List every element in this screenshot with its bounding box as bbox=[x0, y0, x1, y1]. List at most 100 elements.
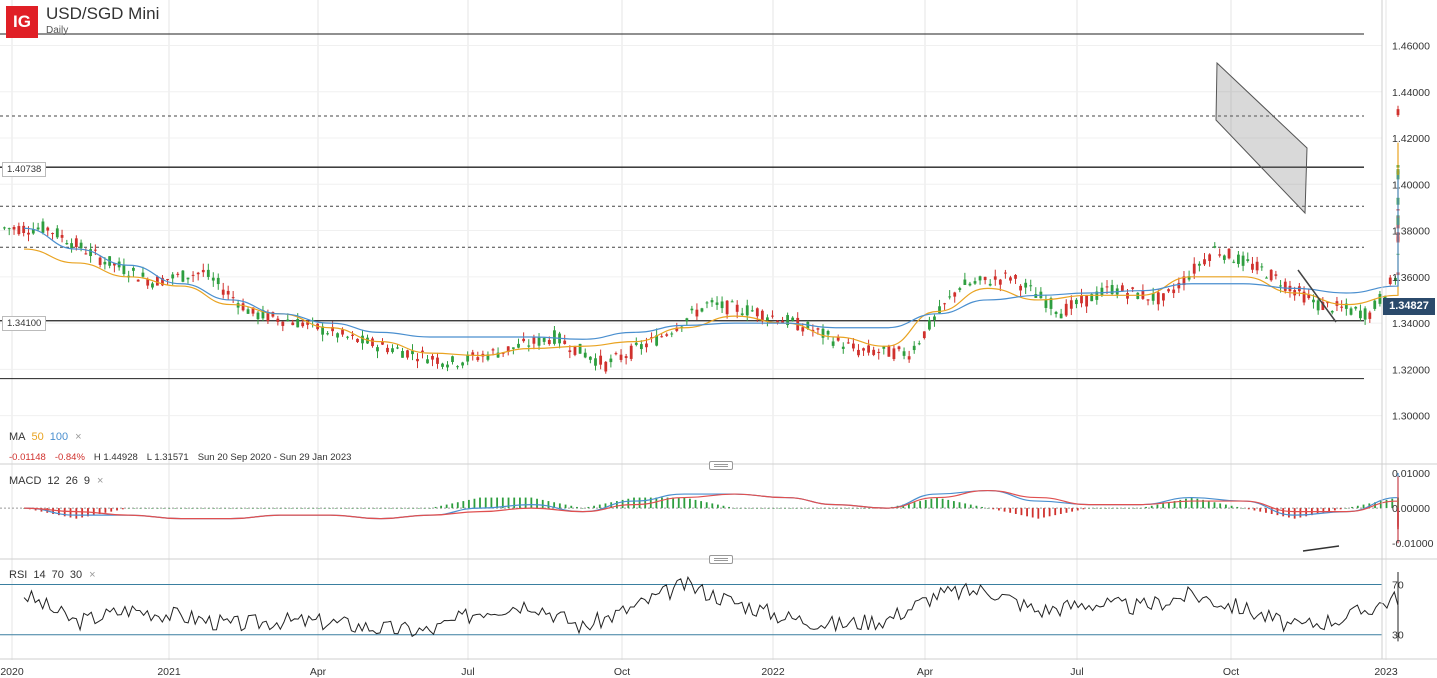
candle-down bbox=[176, 273, 180, 275]
macd-histogram-bar bbox=[213, 508, 216, 509]
macd-histogram-bar bbox=[434, 506, 437, 509]
macd-histogram-bar bbox=[812, 508, 815, 509]
stat-change: -0.01148 bbox=[9, 452, 46, 463]
macd-histogram-bar bbox=[924, 499, 927, 509]
macd-histogram-bar bbox=[127, 508, 130, 509]
candle-up bbox=[55, 228, 59, 238]
panel-resize-handle-1[interactable] bbox=[709, 461, 733, 470]
candle-up bbox=[578, 343, 582, 354]
macd-histogram-bar bbox=[694, 499, 697, 509]
candle-up bbox=[740, 313, 744, 316]
candle-up bbox=[542, 337, 546, 342]
macd-histogram-bar bbox=[423, 508, 426, 509]
level-tag-lower[interactable]: 1.34100 bbox=[2, 316, 47, 331]
macd-histogram-bar bbox=[644, 497, 647, 509]
macd-histogram-bar bbox=[1082, 508, 1085, 510]
candle-up bbox=[1373, 300, 1377, 309]
candle-down bbox=[351, 334, 354, 336]
macd-histogram-bar bbox=[467, 499, 470, 509]
price-tick-label: 1.44000 bbox=[1392, 87, 1430, 99]
candle-down bbox=[629, 345, 633, 359]
ma-indicator-label[interactable]: MA 50 100 × bbox=[9, 431, 82, 443]
macd-histogram-bar bbox=[104, 508, 107, 513]
candle-down bbox=[231, 297, 235, 299]
macd-histogram-bar bbox=[593, 505, 595, 509]
candle-down bbox=[1172, 289, 1176, 294]
time-tick-label: Oct bbox=[614, 666, 630, 678]
macd-histogram-bar bbox=[1145, 506, 1147, 509]
candle-down bbox=[281, 321, 285, 326]
macd-close-icon[interactable]: × bbox=[97, 475, 103, 487]
candle-down bbox=[1064, 303, 1068, 316]
candle-up bbox=[1232, 261, 1236, 263]
panel-resize-handle-2[interactable] bbox=[709, 555, 733, 564]
candle-up bbox=[1029, 285, 1033, 287]
candle-up bbox=[186, 277, 190, 280]
candle-up bbox=[537, 337, 541, 346]
candle-up bbox=[517, 343, 520, 348]
macd-histogram-bar bbox=[834, 508, 837, 509]
time-tick-label: 2021 bbox=[157, 666, 181, 678]
rsi-indicator-label[interactable]: RSI 14 70 30 × bbox=[9, 569, 96, 581]
candle-down bbox=[46, 227, 50, 231]
time-tick-label: Apr bbox=[310, 666, 327, 678]
candle-up bbox=[1024, 282, 1028, 288]
candle-down bbox=[532, 337, 536, 344]
macd-histogram-bar bbox=[445, 504, 448, 509]
macd-histogram-bar bbox=[1003, 508, 1006, 512]
macd-histogram-bar bbox=[496, 497, 499, 509]
macd-histogram-bar bbox=[936, 497, 938, 509]
macd-histogram-bar bbox=[986, 508, 989, 509]
macd-histogram-bar bbox=[151, 508, 153, 509]
candle-up bbox=[426, 359, 429, 364]
candle-up bbox=[456, 366, 459, 368]
candle-down bbox=[604, 361, 608, 372]
macd-histogram-bar bbox=[941, 498, 944, 509]
candle-down bbox=[862, 348, 865, 351]
price-tick-label: 1.30000 bbox=[1392, 411, 1430, 423]
candle-up bbox=[639, 344, 643, 350]
macd-histogram-bar bbox=[1026, 508, 1028, 517]
price-stats: -0.01148 -0.84% H 1.44928 L 1.31571 Sun 20 S… bbox=[9, 452, 360, 463]
ma-close-icon[interactable]: × bbox=[75, 431, 81, 443]
candle-down bbox=[660, 336, 664, 338]
macd-histogram-bar bbox=[318, 508, 320, 509]
candle-up bbox=[296, 318, 300, 328]
macd-indicator-label[interactable]: MACD 12 26 9 × bbox=[9, 475, 103, 487]
candle-up bbox=[401, 351, 404, 358]
macd-histogram-bar bbox=[1037, 508, 1040, 519]
macd-histogram-bar bbox=[1224, 504, 1227, 509]
candle-down bbox=[155, 276, 159, 286]
level-tag-upper[interactable]: 1.40738 bbox=[2, 162, 47, 177]
rsi-close-icon[interactable]: × bbox=[89, 569, 95, 581]
candle-down bbox=[191, 274, 195, 276]
candle-up bbox=[1354, 306, 1358, 309]
candle-down bbox=[801, 327, 805, 332]
candle-up bbox=[1237, 254, 1240, 264]
macd-label: MACD bbox=[9, 475, 42, 487]
macd-histogram-bar bbox=[1185, 498, 1187, 509]
candle-up bbox=[132, 267, 135, 271]
macd-histogram-bar bbox=[456, 502, 459, 509]
candle-down bbox=[998, 279, 1002, 285]
candle-up bbox=[1378, 293, 1382, 304]
candle-down bbox=[1203, 259, 1206, 265]
price-tick-label: 1.42000 bbox=[1392, 133, 1430, 145]
rsi-param-period: 14 bbox=[33, 569, 46, 581]
candle-up bbox=[745, 305, 749, 316]
macd-histogram-bar bbox=[952, 501, 955, 509]
macd-histogram-bar bbox=[462, 501, 465, 509]
candle-up bbox=[912, 345, 916, 351]
candle-up bbox=[1246, 259, 1250, 261]
candle-up bbox=[326, 333, 329, 335]
candle-up bbox=[963, 279, 967, 285]
price-chart[interactable]: 1.30000 1.32000 1.34000 1.36000 1.38000 1.400… bbox=[0, 0, 1437, 678]
macd-histogram-bar bbox=[412, 508, 415, 509]
macd-histogram-bar bbox=[739, 508, 742, 509]
candle-down bbox=[993, 276, 997, 280]
macd-histogram-bar bbox=[362, 508, 365, 509]
stat-range: Sun 20 Sep 2020 - Sun 29 Jan 2023 bbox=[197, 452, 352, 463]
stat-low: L 1.31571 bbox=[146, 452, 189, 463]
macd-histogram-bar bbox=[1020, 508, 1023, 516]
macd-histogram-bar bbox=[587, 506, 590, 509]
